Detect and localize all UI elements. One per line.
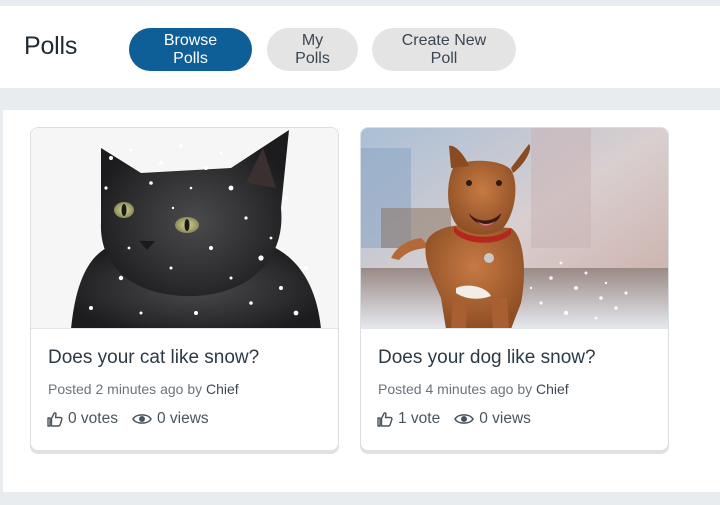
poll-image-dog[interactable] [361, 128, 668, 329]
header-bar: Polls Browse Polls My Polls Create New P… [0, 6, 720, 88]
poll-title[interactable]: Does your dog like snow? [378, 347, 596, 369]
browse-polls-button[interactable]: Browse Polls [129, 28, 252, 71]
poll-meta: Posted 2 minutes ago by Chief [48, 381, 239, 397]
views-label: 0 views [479, 410, 531, 427]
by-label: by [517, 381, 533, 397]
poll-stats: 0 votes 0 views [47, 410, 223, 428]
by-label: by [187, 381, 203, 397]
thumbs-up-icon [47, 411, 63, 427]
author-name[interactable]: Chief [536, 381, 569, 397]
posted-time: 2 minutes ago [95, 381, 184, 397]
polls-grid: Does your cat like snow? Posted 2 minute… [3, 110, 720, 492]
posted-time: 4 minutes ago [425, 381, 514, 397]
poll-stats: 1 vote 0 views [377, 410, 545, 428]
view-count: 0 views [132, 410, 209, 428]
posted-label: Posted [48, 381, 92, 397]
eye-icon [132, 414, 152, 424]
view-count: 0 views [454, 410, 531, 428]
poll-image-cat[interactable] [31, 128, 338, 329]
my-polls-button[interactable]: My Polls [267, 28, 358, 71]
poll-title[interactable]: Does your cat like snow? [48, 347, 259, 369]
posted-label: Posted [378, 381, 422, 397]
vote-count: 1 vote [377, 410, 440, 428]
poll-card[interactable]: Does your cat like snow? Posted 2 minute… [30, 127, 339, 451]
poll-card[interactable]: Does your dog like snow? Posted 4 minute… [360, 127, 669, 451]
page-title: Polls [24, 32, 78, 60]
create-new-poll-button[interactable]: Create New Poll [372, 28, 516, 71]
author-name[interactable]: Chief [206, 381, 239, 397]
eye-icon [454, 414, 475, 424]
poll-meta: Posted 4 minutes ago by Chief [378, 381, 569, 397]
votes-label: 1 vote [398, 410, 441, 427]
thumbs-up-icon [377, 411, 393, 427]
views-label: 0 views [156, 410, 209, 427]
vote-count: 0 votes [47, 410, 118, 428]
votes-label: 0 votes [68, 410, 118, 427]
